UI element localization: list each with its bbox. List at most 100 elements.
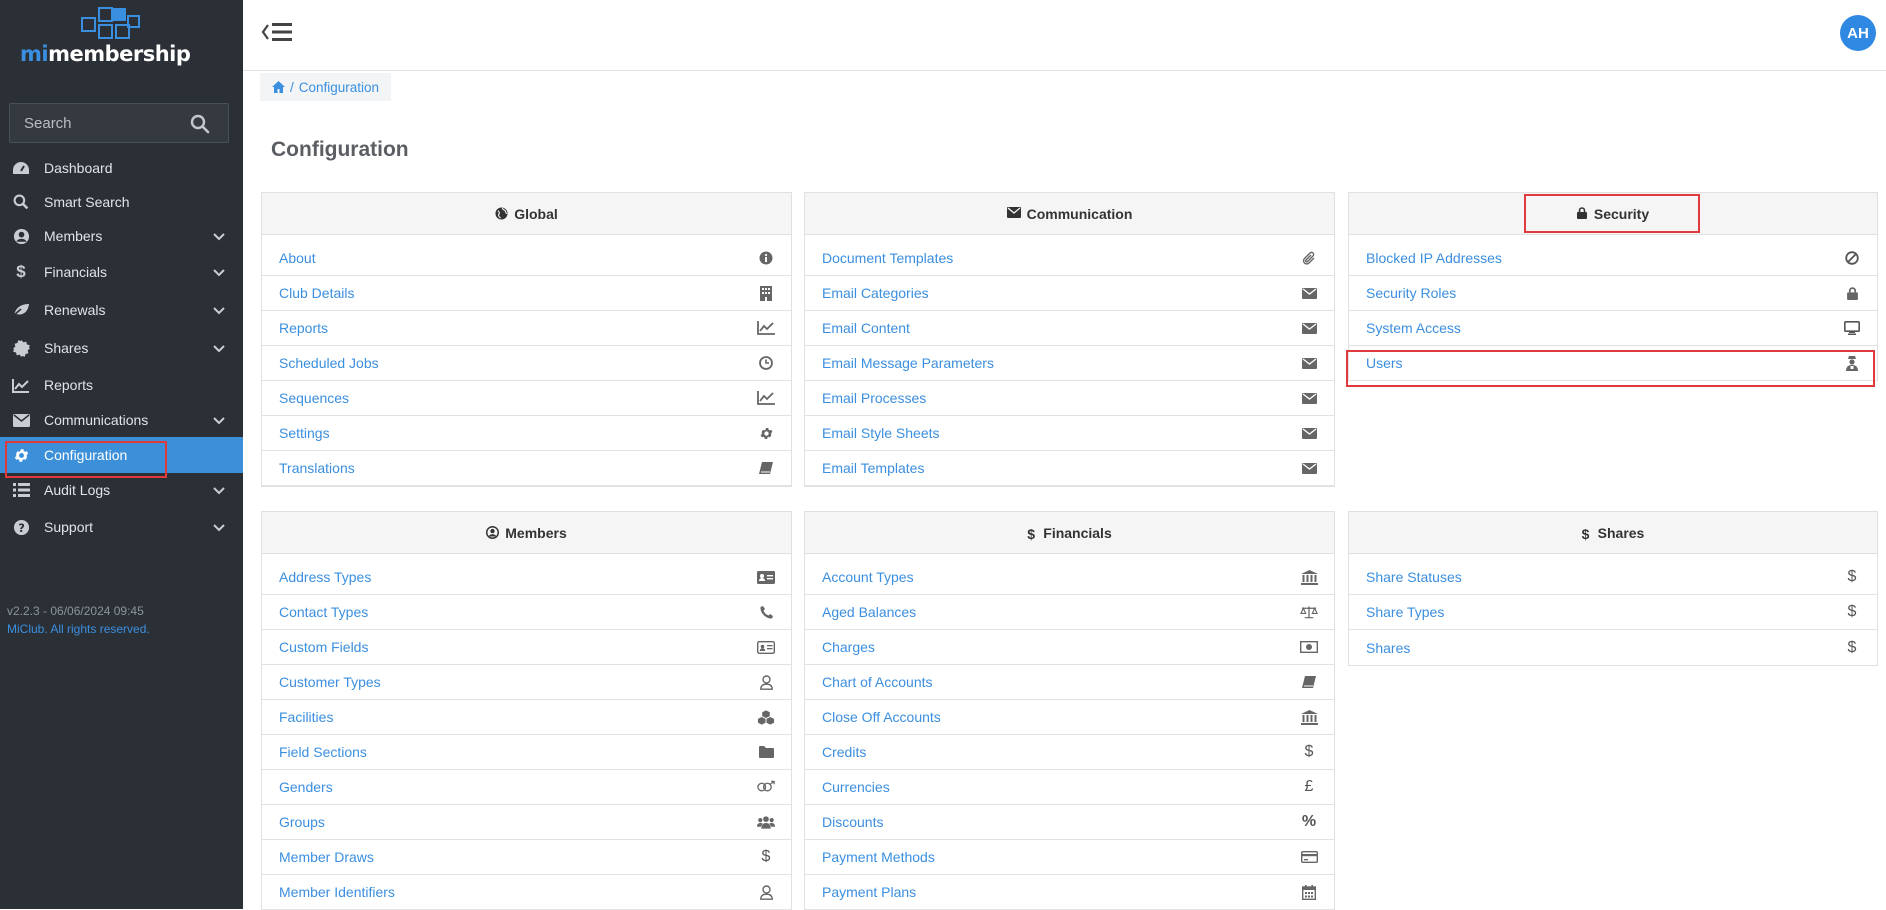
config-link[interactable]: Email Style Sheets [822,425,940,441]
envelope-icon [1300,460,1318,476]
config-link[interactable]: Member Draws [279,849,374,865]
list-item-security-roles[interactable]: Security Roles [1349,276,1877,311]
config-link[interactable]: Reports [279,320,328,336]
breadcrumb-current[interactable]: Configuration [299,80,379,95]
config-link[interactable]: Email Templates [822,460,924,476]
config-link[interactable]: Custom Fields [279,639,368,655]
config-link[interactable]: Member Identifiers [279,884,395,900]
list-item-genders[interactable]: Genders [262,770,791,805]
list-item-email-processes[interactable]: Email Processes [805,381,1334,416]
chevron-down-icon [213,342,225,354]
list-item-custom-fields[interactable]: Custom Fields [262,630,791,665]
config-link[interactable]: Contact Types [279,604,368,620]
search-icon[interactable] [190,114,210,134]
list-item-blocked-ip-addresses[interactable]: Blocked IP Addresses [1349,241,1877,276]
sidebar-item-audit-logs[interactable]: Audit Logs [0,473,243,507]
list-item-chart-of-accounts[interactable]: Chart of Accounts [805,665,1334,700]
list-item-scheduled-jobs[interactable]: Scheduled Jobs [262,346,791,381]
collapse-menu-icon[interactable] [261,20,297,44]
config-link[interactable]: Sequences [279,390,349,406]
list-item-email-content[interactable]: Email Content [805,311,1334,346]
config-link[interactable]: Charges [822,639,875,655]
sidebar-item-reports[interactable]: Reports [0,367,243,403]
config-link[interactable]: Close Off Accounts [822,709,941,725]
search-input[interactable] [10,104,190,142]
list-item-field-sections[interactable]: Field Sections [262,735,791,770]
config-link[interactable]: Aged Balances [822,604,916,620]
config-link[interactable]: System Access [1366,320,1461,336]
list-item-close-off-accounts[interactable]: Close Off Accounts [805,700,1334,735]
list-item-email-templates[interactable]: Email Templates [805,451,1334,486]
home-icon[interactable] [272,81,285,93]
list-item-system-access[interactable]: System Access [1349,311,1877,346]
config-link[interactable]: Share Statuses [1366,569,1462,585]
list-item-currencies[interactable]: Currencies £ [805,770,1334,805]
list-item-payment-methods[interactable]: Payment Methods [805,840,1334,875]
list-item-member-identifiers[interactable]: Member Identifiers [262,875,791,910]
config-link[interactable]: Account Types [822,569,914,585]
sidebar-item-shares[interactable]: Shares [0,329,243,367]
list-item-share-types[interactable]: Share Types $ [1349,595,1877,630]
config-link[interactable]: Scheduled Jobs [279,355,379,371]
sidebar-item-members[interactable]: Members [0,219,243,253]
list-item-email-style-sheets[interactable]: Email Style Sheets [805,416,1334,451]
config-link[interactable]: Customer Types [279,674,381,690]
list-item-aged-balances[interactable]: Aged Balances [805,595,1334,630]
sidebar-item-renewals[interactable]: Renewals [0,291,243,329]
list-item-charges[interactable]: Charges [805,630,1334,665]
config-link[interactable]: Email Content [822,320,910,336]
list-item-document-templates[interactable]: Document Templates [805,241,1334,276]
config-link[interactable]: Security Roles [1366,285,1456,301]
list-item-email-categories[interactable]: Email Categories [805,276,1334,311]
sidebar-item-support[interactable]: ? Support [0,507,243,547]
list-item-address-types[interactable]: Address Types [262,560,791,595]
list-item-share-statuses[interactable]: Share Statuses $ [1349,560,1877,595]
config-link[interactable]: Payment Methods [822,849,935,865]
config-link[interactable]: Email Categories [822,285,929,301]
sidebar-item-dashboard[interactable]: Dashboard [0,151,243,185]
list-item-reports[interactable]: Reports [262,311,791,346]
list-item-settings[interactable]: Settings [262,416,791,451]
config-link[interactable]: Document Templates [822,250,953,266]
config-link[interactable]: About [279,250,316,266]
config-link[interactable]: Settings [279,425,330,441]
config-link[interactable]: Chart of Accounts [822,674,933,690]
logo[interactable]: mimembership [20,6,191,66]
list-item-payment-plans[interactable]: Payment Plans [805,875,1334,910]
config-link[interactable]: Groups [279,814,325,830]
config-link[interactable]: Share Types [1366,604,1444,620]
avatar[interactable]: AH [1840,15,1876,51]
list-item-sequences[interactable]: Sequences [262,381,791,416]
list-item-shares[interactable]: Shares $ [1349,630,1877,665]
config-link[interactable]: Shares [1366,640,1410,656]
config-link[interactable]: Field Sections [279,744,367,760]
config-link[interactable]: Genders [279,779,333,795]
list-item-customer-types[interactable]: Customer Types [262,665,791,700]
list-item-email-message-parameters[interactable]: Email Message Parameters [805,346,1334,381]
list-item-facilities[interactable]: Facilities [262,700,791,735]
config-link[interactable]: Blocked IP Addresses [1366,250,1502,266]
list-item-contact-types[interactable]: Contact Types [262,595,791,630]
config-link[interactable]: Credits [822,744,866,760]
line-chart-icon [11,376,31,394]
list-item-discounts[interactable]: Discounts% [805,805,1334,840]
list-item-club-details[interactable]: Club Details [262,276,791,311]
config-link[interactable]: Club Details [279,285,354,301]
sidebar-item-smart-search[interactable]: Smart Search [0,185,243,219]
list-item-translations[interactable]: Translations [262,451,791,486]
list-item-groups[interactable]: Groups [262,805,791,840]
config-link[interactable]: Facilities [279,709,333,725]
sidebar-item-financials[interactable]: $ Financials [0,253,243,291]
list-item-member-draws[interactable]: Member Draws $ [262,840,791,875]
list-item-about[interactable]: About [262,241,791,276]
list-item-account-types[interactable]: Account Types [805,560,1334,595]
config-link[interactable]: Discounts [822,814,883,830]
config-link[interactable]: Payment Plans [822,884,916,900]
config-link[interactable]: Address Types [279,569,371,585]
config-link[interactable]: Email Processes [822,390,926,406]
sidebar-item-communications[interactable]: Communications [0,403,243,437]
config-link[interactable]: Email Message Parameters [822,355,994,371]
config-link[interactable]: Translations [279,460,355,476]
config-link[interactable]: Currencies [822,779,890,795]
list-item-credits[interactable]: Credits $ [805,735,1334,770]
